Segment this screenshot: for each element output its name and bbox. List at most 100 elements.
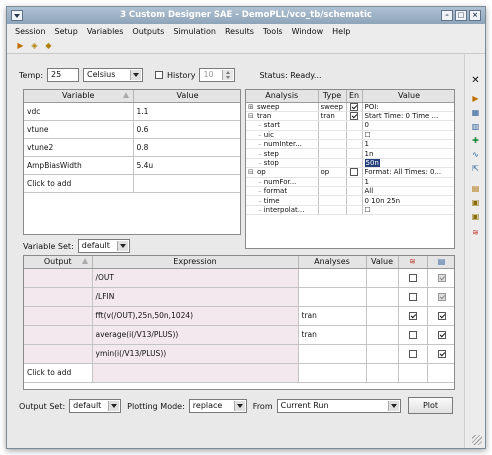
temp-input[interactable]: 25	[47, 68, 79, 82]
close-button[interactable]: ×	[469, 10, 481, 21]
plot-cell[interactable]	[398, 325, 428, 345]
export-icon[interactable]: ⇱	[470, 164, 481, 174]
run-icon[interactable]: ▶	[470, 94, 481, 104]
save-cell[interactable]	[427, 268, 454, 288]
variable-value[interactable]: 1.1	[133, 102, 240, 121]
analysis-enable-cell[interactable]	[346, 111, 363, 122]
analysis-value-cell[interactable]: ☐	[362, 130, 454, 141]
output-value[interactable]	[366, 344, 399, 364]
output-analyses[interactable]	[298, 268, 367, 288]
analysis-name-cell[interactable]: – numInter...	[246, 139, 319, 150]
output-name[interactable]	[24, 287, 93, 307]
analysis-enable-checkbox[interactable]	[350, 102, 358, 111]
value-column-header[interactable]: Value	[133, 90, 240, 103]
output-analyses[interactable]: tran	[298, 306, 367, 326]
menu-tools[interactable]: Tools	[263, 27, 283, 36]
results-icon[interactable]: ▤	[470, 184, 481, 194]
analysis-row[interactable]: – step 1n	[246, 148, 454, 159]
analysis-row[interactable]: ⊟ tran tran Start Time: 0 Time ...	[246, 111, 454, 122]
from-select[interactable]: Current Run	[276, 399, 401, 413]
add-output-cell[interactable]: Click to add	[24, 363, 93, 383]
plot-cell[interactable]	[398, 268, 428, 288]
analysis-value-cell[interactable]: 1	[362, 139, 454, 150]
output-expression[interactable]: average(i(/V13/PLUS))	[92, 325, 299, 345]
analysis-value[interactable]: 50n	[364, 159, 380, 167]
plot-checkbox[interactable]	[408, 312, 417, 320]
plot-cell[interactable]	[398, 287, 428, 307]
output-analyses[interactable]	[298, 344, 367, 364]
analysis-name-cell[interactable]: ⊟ tran	[246, 111, 319, 122]
analysis-row[interactable]: – numFor... 1	[246, 177, 454, 188]
analyses-column-header[interactable]: Analyses	[298, 256, 367, 269]
analysis-value-cell[interactable]: 0	[362, 120, 454, 131]
plot-checkbox[interactable]	[408, 293, 417, 301]
save-cell[interactable]	[427, 325, 454, 345]
analysis-value-cell[interactable]: 1	[362, 177, 454, 188]
analysis-enable-cell[interactable]	[346, 195, 363, 206]
analysis-row[interactable]: – time 0 10n 25n	[246, 195, 454, 206]
menu-help[interactable]: Help	[332, 27, 350, 36]
analysis-column-header[interactable]: Analysis	[246, 90, 319, 103]
save-state-icon[interactable]: ◆	[43, 41, 54, 51]
history-checkbox[interactable]	[155, 71, 163, 79]
analysis-enable-cell[interactable]	[346, 130, 363, 141]
close-panel-icon[interactable]: ✕	[470, 76, 481, 86]
output-name[interactable]	[24, 306, 93, 326]
variable-set-select[interactable]: default	[77, 239, 130, 253]
menu-session[interactable]: Session	[15, 27, 46, 36]
empty-cell[interactable]	[298, 363, 367, 383]
resize-grip-icon[interactable]	[472, 435, 482, 445]
variable-row[interactable]: vdc 1.1	[24, 102, 240, 121]
plot-waveform-icon[interactable]: ≋	[470, 228, 481, 238]
analysis-value-cell[interactable]: 0 10n 25n	[362, 195, 454, 206]
analysis-name-cell[interactable]: – numFor...	[246, 177, 319, 188]
analysis-row[interactable]: – stop 50n	[246, 158, 454, 169]
tree-toggle-icon[interactable]: ⊞	[248, 103, 257, 111]
probe-icon[interactable]: ✚	[470, 136, 481, 146]
waveform-tool-icon[interactable]: ∿	[470, 150, 481, 160]
add-output-row[interactable]: Click to add	[24, 363, 454, 383]
analysis-enable-cell[interactable]	[346, 158, 363, 169]
analysis-value-cell[interactable]: All	[362, 186, 454, 197]
analysis-name-cell[interactable]: – stop	[246, 158, 319, 169]
save-checkbox[interactable]	[437, 331, 446, 339]
save-checkbox[interactable]	[437, 350, 446, 358]
variable-value[interactable]: 0.6	[133, 120, 240, 139]
output-expression[interactable]: fft(v(/OUT),25n,50n,1024)	[92, 306, 299, 326]
menu-simulation[interactable]: Simulation	[173, 27, 216, 36]
analysis-value-cell[interactable]: Start Time: 0 Time ...	[362, 111, 454, 122]
output-name[interactable]	[24, 325, 93, 345]
analysis-enable-cell[interactable]	[346, 186, 363, 197]
stop-icon[interactable]: ▣	[470, 198, 481, 208]
netlist-run-icon[interactable]: ▶	[15, 41, 26, 51]
variable-row[interactable]: vtune 0.6	[24, 120, 240, 139]
load-state-icon[interactable]: ◈	[29, 41, 40, 51]
temp-unit-select[interactable]: Celsius	[83, 68, 143, 82]
add-variable-cell[interactable]: Click to add	[24, 174, 134, 193]
analysis-value-column-header[interactable]: Value	[362, 90, 454, 103]
analysis-enable-cell[interactable]	[346, 205, 363, 216]
analysis-value-cell[interactable]: POI:	[362, 102, 454, 112]
variable-value[interactable]: 0.8	[133, 138, 240, 157]
output-name[interactable]	[24, 268, 93, 288]
plot-checkbox[interactable]	[408, 331, 417, 339]
plotting-mode-select[interactable]: replace	[188, 399, 247, 413]
save-checkbox[interactable]	[437, 293, 446, 301]
enable-column-header[interactable]: En	[346, 90, 363, 103]
output-name[interactable]	[24, 344, 93, 364]
variable-row[interactable]: AmpBiasWidth 5.4u	[24, 156, 240, 175]
output-set-select[interactable]: default	[69, 399, 122, 413]
netlist-icon[interactable]: ▦	[470, 108, 481, 118]
output-expression[interactable]: ymin(i(/V13/PLUS))	[92, 344, 299, 364]
menu-window[interactable]: Window	[292, 27, 324, 36]
output-row[interactable]: /LFIN	[24, 287, 454, 307]
variable-column-header[interactable]: Variable	[24, 90, 134, 103]
title-bar[interactable]: 3 Custom Designer SAE - DemoPLL/vco_tb/s…	[7, 7, 485, 24]
save-column-header[interactable]: ▤	[427, 256, 454, 269]
empty-cell[interactable]	[366, 363, 399, 383]
analysis-name-cell[interactable]: – interpolat...	[246, 205, 319, 216]
analysis-value-cell[interactable]: 1n	[362, 148, 454, 159]
plot-button[interactable]: Plot	[408, 397, 453, 414]
empty-cell[interactable]	[92, 363, 299, 383]
setup-icon[interactable]: ▥	[470, 122, 481, 132]
